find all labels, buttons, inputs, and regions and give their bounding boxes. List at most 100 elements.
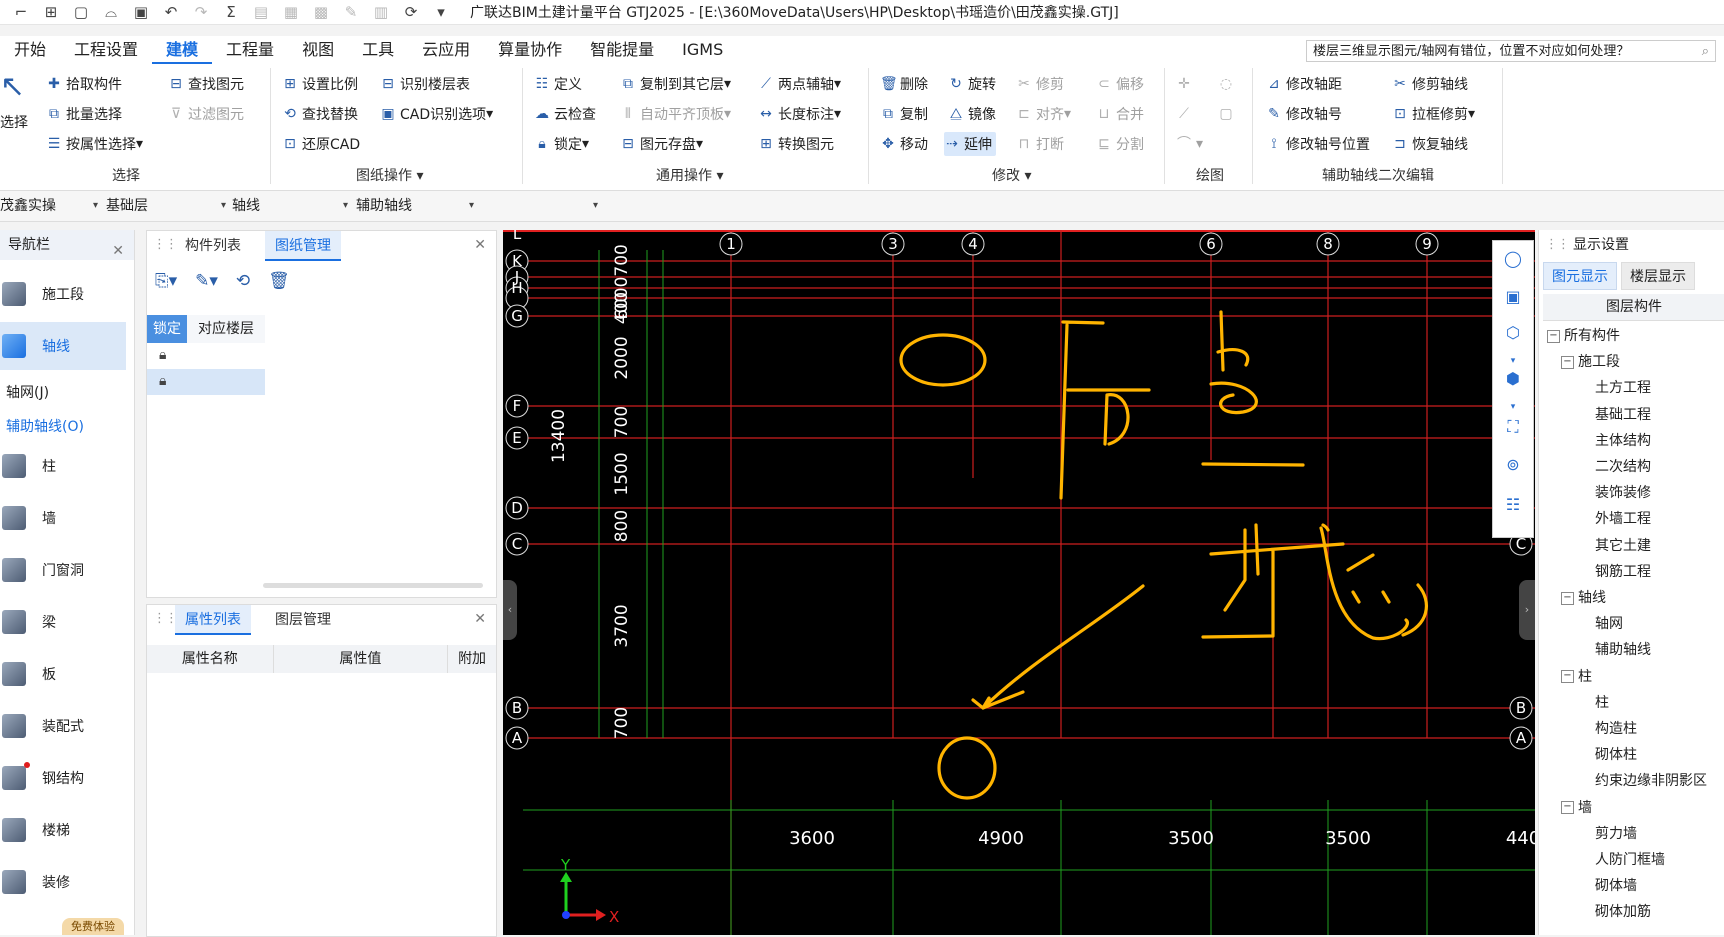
nav-item-axis[interactable]: 轴线 [0, 322, 126, 370]
drag-handle-icon[interactable]: ⋮⋮ [153, 237, 178, 252]
tree-item[interactable]: 其它土建 [1595, 535, 1651, 555]
set-ratio-button[interactable]: ⊞ 设置比例 [282, 72, 358, 96]
new-file-icon[interactable]: ▢ [72, 3, 90, 21]
tree-item[interactable]: 主体结构 [1595, 430, 1651, 450]
tab-components[interactable]: 构件列表 [175, 231, 251, 261]
batch-select-button[interactable]: ⧉ 批量选择 [46, 102, 122, 126]
nav-item-slab[interactable]: 板 [0, 650, 126, 698]
lock-icon[interactable]: 🔒︎ [159, 373, 166, 389]
align-button[interactable]: ⊏ 对齐 ▾ [1016, 102, 1071, 126]
modify-axis-distance-button[interactable]: ⊿ 修改轴距 [1266, 72, 1342, 96]
collapse-icon[interactable]: − [1547, 329, 1560, 343]
tree-item[interactable]: 轴网 [1595, 613, 1623, 633]
nav-item-wall[interactable]: 墙 [0, 494, 126, 542]
solid-cube-icon[interactable]: ⬢ [1503, 369, 1523, 389]
drag-handle-icon[interactable]: ⋮⋮ [153, 611, 178, 626]
modify-axis-number-button[interactable]: ✎ 修改轴号 [1266, 102, 1342, 126]
delete-drawing-icon[interactable]: 🗑︎ [268, 271, 290, 297]
identify-floor-button[interactable]: ⊟ 识别楼层表 [380, 72, 470, 96]
lock-button[interactable]: 🔒︎ 锁定 ▾ [534, 132, 589, 156]
orbit-icon[interactable]: ◯ [1503, 249, 1523, 269]
tree-item[interactable]: 基础工程 [1595, 404, 1651, 424]
tab-layer-mgmt[interactable]: 图层管理 [265, 605, 341, 635]
two-point-aux-button[interactable]: ⟋ 两点辅轴 ▾ [758, 72, 841, 96]
restore-cad-button[interactable]: ⊡ 还原CAD [282, 132, 360, 156]
collapse-icon[interactable]: − [1561, 355, 1574, 369]
tree-item[interactable]: 辅助轴线 [1595, 639, 1651, 659]
table-row[interactable]: 🔒︎ [147, 343, 265, 370]
pick-component-button[interactable]: ✚ 拾取构件 [46, 72, 122, 96]
delete-button[interactable]: 🗑︎ 删除 [880, 72, 928, 96]
tree-item[interactable]: 砌体加筋 [1595, 901, 1651, 921]
draw-circle-button[interactable]: ◌ [1218, 72, 1238, 96]
copy-to-other-floor-button[interactable]: ⧉ 复制到其它层 ▾ [620, 72, 731, 96]
edit-icon[interactable]: ✎ [342, 3, 360, 21]
open-folder-icon[interactable]: ⌓ [102, 3, 120, 21]
menu-cloud[interactable]: 云应用 [408, 36, 484, 64]
project-dropdown[interactable]: 茂鑫实操 ▾ [0, 195, 98, 217]
break-button[interactable]: ⊓ 打断 [1016, 132, 1064, 156]
menu-collab[interactable]: 算量协作 [484, 36, 576, 64]
tree-item[interactable]: 二次结构 [1595, 456, 1651, 476]
grid-icon[interactable]: ▩ [312, 3, 330, 21]
tab-element-display[interactable]: 图元显示 [1543, 262, 1617, 290]
tree-item[interactable]: 约束边缘非阴影区 [1595, 770, 1707, 790]
merge-button[interactable]: ⊔ 合并 [1096, 102, 1144, 126]
collapse-icon[interactable]: − [1561, 670, 1574, 684]
cube-icon[interactable]: ⬡ [1503, 323, 1523, 343]
extend-button[interactable]: ⇢ 延伸 [944, 132, 996, 156]
tree-item[interactable]: 柱 [1595, 692, 1609, 712]
menu-view[interactable]: 视图 [288, 36, 348, 64]
floor-dropdown[interactable]: 基础层 ▾ [106, 195, 226, 217]
offset-button[interactable]: ⊂ 偏移 [1096, 72, 1144, 96]
drag-handle-icon[interactable]: ⋮⋮ [1545, 230, 1570, 260]
draw-arc-button[interactable]: ⌒ ▾ [1176, 132, 1203, 156]
tree-item[interactable]: − 轴线 [1561, 587, 1606, 607]
sum-icon[interactable]: Σ [222, 3, 240, 21]
cad-options-button[interactable]: ▣ CAD识别选项 ▾ [380, 102, 493, 126]
mirror-button[interactable]: ⧋ 镜像 [948, 102, 996, 126]
nav-item-column[interactable]: 柱 [0, 442, 126, 490]
tab-floor-display[interactable]: 楼层显示 [1621, 262, 1695, 290]
3d-icon[interactable]: ▣ [1503, 287, 1523, 307]
copy-button[interactable]: ⧉ 复制 [880, 102, 928, 126]
filter-elem-button[interactable]: ⊽ 过滤图元 [168, 102, 244, 126]
drawing-canvas[interactable]: 1 3 4 6 8 9 K J H G F E D C B A L C B A … [503, 230, 1535, 935]
search-icon[interactable]: ⌕ [1702, 41, 1709, 63]
menu-igms[interactable]: IGMS [668, 36, 737, 64]
elem-store-button[interactable]: ⊟ 图元存盘 ▾ [620, 132, 703, 156]
nav-sub-aux-axis[interactable]: 辅助轴线(O) [6, 416, 84, 436]
tab-drawing-mgmt[interactable]: 图纸管理 [265, 231, 341, 261]
report-icon[interactable]: ▤ [252, 3, 270, 21]
help-search-box[interactable]: 楼层三维显示图元/轴网有错位，位置不对应如何处理？ ⌕ [1306, 40, 1716, 62]
type-dropdown[interactable]: 轴线 ▾ [232, 195, 348, 217]
table-row[interactable]: 🔒︎ [147, 369, 265, 395]
tree-item[interactable]: − 墙 [1561, 797, 1592, 817]
collapse-right-handle[interactable]: › [1519, 580, 1535, 640]
auto-flush-button[interactable]: ⫴ 自动平齐顶板 ▾ [620, 102, 731, 126]
save-icon[interactable]: ▣ [132, 3, 150, 21]
close-icon[interactable]: ✕ [474, 611, 486, 627]
tree-item[interactable]: 剪力墙 [1595, 823, 1637, 843]
collapse-left-handle[interactable]: ‹ [503, 580, 517, 640]
nav-item-decor[interactable]: 装修 [0, 858, 126, 906]
tree-item[interactable]: − 施工段 [1561, 351, 1620, 371]
table-icon[interactable]: ▦ [282, 3, 300, 21]
convert-elem-button[interactable]: ⊞ 转换图元 [758, 132, 834, 156]
tree-item[interactable]: 土方工程 [1595, 377, 1651, 397]
tree-item[interactable]: 钢筋工程 [1595, 561, 1651, 581]
nav-item-prefab[interactable]: 装配式 [0, 702, 126, 750]
view-cube-icon[interactable]: ⊚ [1503, 455, 1523, 475]
trial-badge[interactable]: 免费体验 [62, 918, 124, 935]
box-trim-button[interactable]: ⊡ 拉框修剪 ▾ [1392, 102, 1475, 126]
tree-item[interactable]: 砌体墙 [1595, 875, 1637, 895]
sync-icon[interactable]: ⟳ [402, 3, 420, 21]
tree-item[interactable]: − 所有构件 [1547, 325, 1620, 345]
draw-point-button[interactable]: ✛ [1176, 72, 1196, 96]
app-logo-icon[interactable]: ⊞ [42, 3, 60, 21]
calc-icon[interactable]: ▥ [372, 3, 390, 21]
find-replace-button[interactable]: ⟲ 查找替换 [282, 102, 358, 126]
nav-item-beam[interactable]: 梁 [0, 598, 126, 646]
nav-item-steel[interactable]: 钢结构 [0, 754, 126, 802]
chevron-down-icon[interactable]: ▾ [1503, 351, 1523, 371]
